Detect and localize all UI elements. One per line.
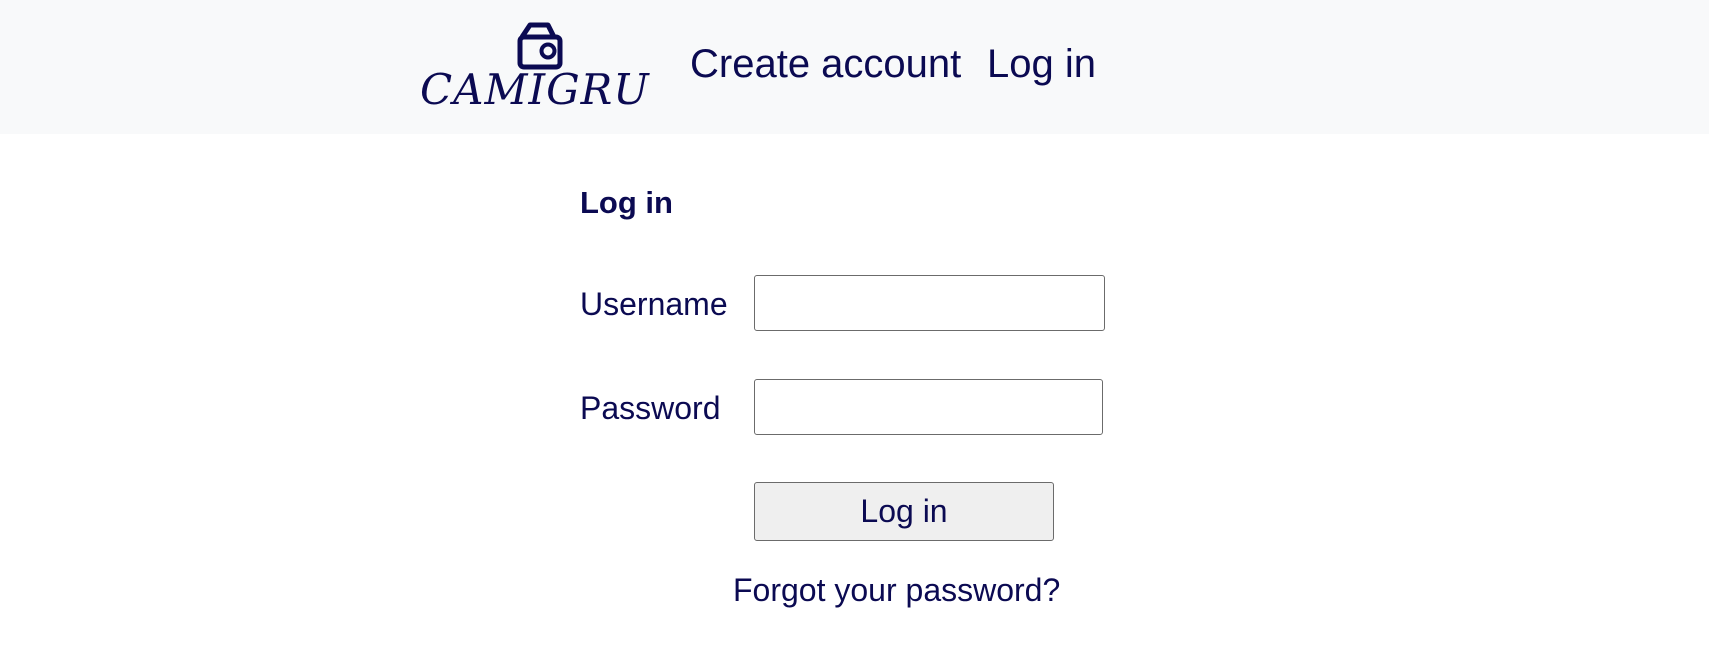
site-logo[interactable]: CAMIGRU xyxy=(418,20,662,112)
camera-icon: CAMIGRU xyxy=(420,22,650,112)
nav-login-link[interactable]: Log in xyxy=(987,40,1096,88)
form-title: Log in xyxy=(580,185,673,220)
svg-text:CAMIGRU: CAMIGRU xyxy=(420,65,650,112)
login-submit-button[interactable]: Log in xyxy=(754,482,1054,541)
username-input[interactable] xyxy=(754,275,1105,331)
site-header: CAMIGRU Create account Log in xyxy=(0,0,1709,134)
username-label: Username xyxy=(580,286,728,322)
password-label: Password xyxy=(580,390,721,426)
nav-create-account-link[interactable]: Create account xyxy=(690,40,961,88)
password-input[interactable] xyxy=(754,379,1103,435)
forgot-password-link[interactable]: Forgot your password? xyxy=(733,570,1060,610)
